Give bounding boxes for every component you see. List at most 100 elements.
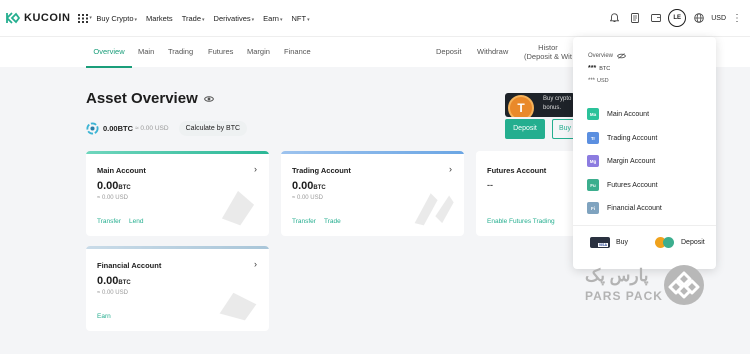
- tab-futures[interactable]: Futures: [208, 37, 233, 68]
- eye-icon[interactable]: [203, 95, 214, 103]
- dropdown-item-trading[interactable]: Tr Trading Account: [587, 131, 657, 145]
- trade-link[interactable]: Trade: [324, 218, 341, 225]
- card-title: Financial Account: [97, 261, 162, 270]
- tab-margin[interactable]: Margin: [247, 37, 270, 68]
- kucoin-logo-icon: [6, 12, 20, 24]
- balance-usd: ≈ 0.00 USD: [135, 125, 169, 132]
- balance-row: 0.00BTC ≈ 0.00 USD Calculate by BTC: [86, 121, 248, 136]
- dropdown-usd-balance: *** USD: [588, 78, 609, 84]
- dropdown-buy[interactable]: VISA Buy: [590, 237, 628, 248]
- logo-text: KUCOIN: [24, 12, 71, 24]
- card-accent-bar: [86, 151, 269, 154]
- nav-buy-crypto[interactable]: Buy Crypto▾: [96, 14, 137, 23]
- tab-finance[interactable]: Finance: [284, 37, 311, 68]
- top-navigation: KUCOIN ▾ Buy Crypto▾ Markets Trade▾ Deri…: [0, 0, 750, 36]
- card-fiat: ≈ 0.00 USD: [292, 195, 323, 201]
- card-visa-icon: VISA: [590, 237, 610, 248]
- nav-earn[interactable]: Earn▾: [263, 14, 282, 23]
- bell-icon[interactable]: [605, 9, 623, 27]
- card-watermark-icon: [221, 190, 255, 226]
- coins-icon: [655, 237, 675, 248]
- tab-overview[interactable]: Overview: [86, 37, 132, 68]
- margin-account-icon: Mg: [587, 155, 599, 167]
- card-fiat: ≈ 0.00 USD: [97, 290, 128, 296]
- earn-link[interactable]: Earn: [97, 313, 111, 320]
- promo-banner[interactable]: T Buy crypto bonus.: [505, 93, 575, 117]
- nav-markets[interactable]: Markets: [146, 14, 173, 23]
- parspack-logo-icon: [664, 265, 704, 305]
- apps-grid-icon[interactable]: ▾: [78, 12, 92, 24]
- tether-icon: T: [508, 95, 534, 117]
- chevron-down-icon: ▾: [89, 15, 92, 21]
- chevron-right-icon[interactable]: ›: [254, 164, 257, 174]
- futures-account-card[interactable]: Futures Account -- Enable Futures Tradin…: [476, 151, 576, 236]
- card-amount: 0.00BTC: [292, 180, 326, 192]
- promo-text: Buy crypto bonus.: [543, 96, 572, 111]
- nav-derivatives[interactable]: Derivatives▾: [214, 14, 255, 23]
- card-title: Trading Account: [292, 166, 351, 175]
- more-icon[interactable]: ⋮: [732, 13, 742, 24]
- financial-account-icon: Fi: [587, 202, 599, 214]
- dropdown-item-margin[interactable]: Mg Margin Account: [587, 154, 655, 168]
- main-account-icon: Ma: [587, 108, 599, 120]
- card-amount: --: [487, 180, 493, 190]
- kucoin-logo[interactable]: KUCOIN: [6, 0, 70, 36]
- withdraw-link[interactable]: Withdraw: [477, 37, 508, 68]
- card-amount: 0.00BTC: [97, 275, 131, 287]
- tab-main[interactable]: Main: [138, 37, 154, 68]
- deposit-button[interactable]: Deposit: [505, 119, 545, 139]
- avatar[interactable]: LE: [668, 9, 687, 27]
- chevron-right-icon[interactable]: ›: [254, 259, 257, 269]
- card-accent-bar: [476, 151, 576, 154]
- futures-account-icon: Fu: [587, 179, 599, 191]
- card-watermark-icon: [219, 292, 257, 321]
- card-accent-bar: [86, 246, 269, 249]
- calculate-by-selector[interactable]: Calculate by BTC: [178, 121, 248, 136]
- parspack-text-en: PARS PACK: [585, 289, 663, 303]
- nav-trade[interactable]: Trade▾: [182, 14, 205, 23]
- financial-account-card[interactable]: Financial Account › 0.00BTC ≈ 0.00 USD E…: [86, 246, 269, 331]
- card-links: Earn: [97, 313, 119, 320]
- eye-slash-icon[interactable]: [617, 53, 626, 59]
- chevron-right-icon[interactable]: ›: [449, 164, 452, 174]
- dropdown-item-label: Trading Account: [607, 134, 658, 142]
- transfer-link[interactable]: Transfer: [97, 218, 121, 225]
- currency-selector[interactable]: USD: [711, 15, 726, 22]
- main-account-card[interactable]: Main Account › 0.00BTC ≈ 0.00 USD Transf…: [86, 151, 269, 236]
- enable-futures-link[interactable]: Enable Futures Trading: [487, 218, 555, 225]
- dropdown-item-label: Financial Account: [607, 204, 662, 212]
- tab-trading[interactable]: Trading: [168, 37, 193, 68]
- main-menu: Buy Crypto▾ Markets Trade▾ Derivatives▾ …: [96, 14, 318, 23]
- dropdown-item-financial[interactable]: Fi Financial Account: [587, 201, 662, 215]
- card-title: Main Account: [97, 166, 146, 175]
- globe-icon[interactable]: [690, 9, 708, 27]
- nav-nft[interactable]: NFT▾: [292, 14, 310, 23]
- orders-icon[interactable]: [626, 9, 644, 27]
- deposit-link[interactable]: Deposit: [436, 37, 461, 68]
- dropdown-item-label: Margin Account: [607, 157, 656, 165]
- trading-account-card[interactable]: Trading Account › 0.00BTC ≈ 0.00 USD Tra…: [281, 151, 464, 236]
- balance-logo-icon: [86, 122, 99, 135]
- card-links: Enable Futures Trading: [487, 218, 563, 225]
- assets-dropdown: Overview *** BTC *** USD Ma Main Account T…: [573, 37, 716, 269]
- dropdown-item-futures[interactable]: Fu Futures Account: [587, 178, 658, 192]
- history-link[interactable]: Histor (Deposit & Wit: [524, 37, 572, 68]
- card-watermark-icon: [414, 193, 454, 226]
- card-fiat: ≈ 0.00 USD: [97, 195, 128, 201]
- lend-link[interactable]: Lend: [129, 218, 143, 225]
- dropdown-deposit[interactable]: Deposit: [655, 237, 705, 248]
- parspack-text-fa: پارس پک: [585, 266, 649, 285]
- trading-account-icon: Tr: [587, 132, 599, 144]
- page-title: Asset Overview: [86, 90, 198, 107]
- dropdown-item-label: Main Account: [607, 110, 650, 118]
- parspack-watermark: پارس پک PARS PACK: [585, 262, 710, 312]
- transfer-link[interactable]: Transfer: [292, 218, 316, 225]
- card-links: Transfer Lend: [97, 218, 151, 225]
- card-title: Futures Account: [487, 166, 547, 175]
- dropdown-item-label: Futures Account: [607, 181, 658, 189]
- title-row: Asset Overview: [86, 90, 214, 107]
- wallet-icon[interactable]: [647, 9, 665, 27]
- nav-right-actions: LE USD ⋮: [605, 0, 750, 36]
- balance-btc: 0.00BTC: [103, 124, 134, 133]
- dropdown-item-main[interactable]: Ma Main Account: [587, 107, 649, 121]
